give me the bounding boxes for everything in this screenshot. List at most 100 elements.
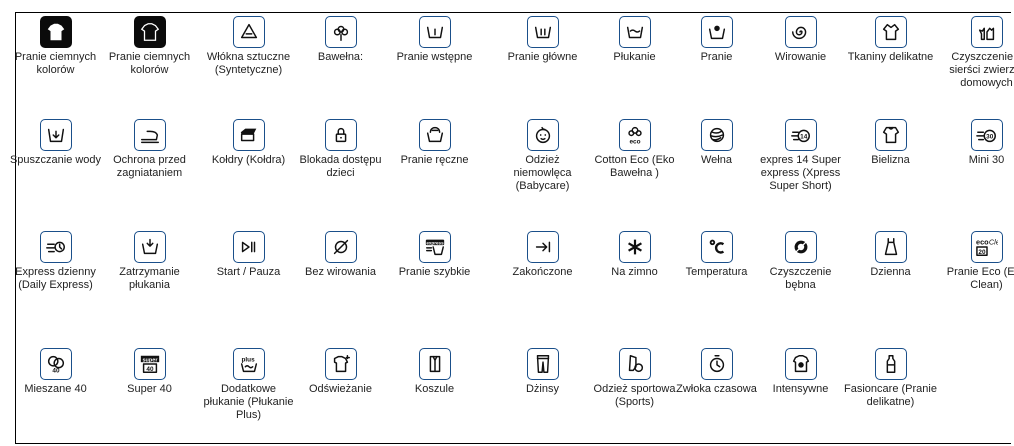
mini-30-icon: 30 xyxy=(970,119,1003,151)
legend-item-label: Spuszczanie wody xyxy=(9,154,102,166)
legend-item: Spuszczanie wody xyxy=(8,119,103,167)
legend-item: Blokada dostępu dzieci xyxy=(293,119,388,180)
legend-item-label: Start / Pauza xyxy=(216,266,281,278)
legend-item-label: Temperatura xyxy=(685,266,748,278)
hand-wash-icon xyxy=(418,119,451,151)
shirts-icon xyxy=(418,348,451,380)
start-pause-icon xyxy=(232,231,265,263)
tshirt-dark-icon xyxy=(39,16,72,48)
legend-item-label: Koszule xyxy=(414,383,455,395)
legend-item-label: Cotton Eco (Eko Bawełna ) xyxy=(594,154,675,179)
eco-clean-icon: ecoClean20 xyxy=(970,231,1003,263)
legend-item: plus Dodatkowe płukanie (Płukanie Plus) xyxy=(201,348,296,422)
svg-text:plus: plus xyxy=(241,356,255,363)
legend-item-label: Wełna xyxy=(701,154,732,166)
legend-item-label: Zwłoka czasowa xyxy=(676,383,757,395)
svg-text:20: 20 xyxy=(978,249,986,256)
legend-item-label: Fasioncare (Pranie delikatne) xyxy=(844,383,937,408)
mainwash-tub-icon xyxy=(526,16,559,48)
legend-item-label: Wirowanie xyxy=(774,51,827,63)
legend-item-label: Płukanie xyxy=(613,51,656,63)
legend-item: Pranie ciemnych kolorów xyxy=(102,16,197,77)
legend-item-label: Mieszane 40 xyxy=(24,383,87,395)
legend-item-label: Czyszczenie z sierści zwierząt domowych xyxy=(949,51,1014,89)
legend-item-label: Bez wirowania xyxy=(305,266,376,278)
legend-item-label: Express dzienny (Daily Express) xyxy=(15,266,96,291)
cotton-flower-icon xyxy=(324,16,357,48)
svg-text:Clean: Clean xyxy=(988,237,997,246)
underwear-icon xyxy=(874,119,907,151)
jeans-icon xyxy=(526,348,559,380)
fashioncare-icon xyxy=(874,348,907,380)
refresh-icon xyxy=(324,348,357,380)
prewash-tub-icon xyxy=(418,16,451,48)
legend-item: Tkaniny delikatne xyxy=(843,16,938,64)
legend-item: Start / Pauza xyxy=(201,231,296,279)
legend-item: Zatrzymanie płukania xyxy=(102,231,197,292)
legend-item-label: Pranie xyxy=(700,51,733,63)
legend-item-label: Zakończone xyxy=(512,266,573,278)
legend-item-label: Pranie Eco (Eco Clean) xyxy=(946,266,1014,291)
legend-item: Bez wirowania xyxy=(293,231,388,279)
legend-item: ecoClean20 Pranie Eco (Eco Clean) xyxy=(939,231,1014,292)
duvet-icon xyxy=(232,119,265,151)
legend-item-label: Włókna sztuczne (Syntetyczne) xyxy=(206,51,291,76)
cotton-eco-icon: eco xyxy=(618,119,651,151)
legend-item-label: Ochrona przed zagniataniem xyxy=(113,154,186,179)
legend-item: Czyszczenie bębna xyxy=(753,231,848,292)
legend-item: Wirowanie xyxy=(753,16,848,64)
legend-item: Pranie ręczne xyxy=(387,119,482,167)
legend-item-label: Intensywne xyxy=(772,383,829,395)
rinse-hold-icon xyxy=(133,231,166,263)
legend-item: Zwłoka czasowa xyxy=(669,348,764,396)
legend-item: 40 Mieszane 40 xyxy=(8,348,103,396)
mixed-40-icon: 40 xyxy=(39,348,72,380)
svg-text:40: 40 xyxy=(146,366,154,373)
legend-item: Bawełna: xyxy=(293,16,388,64)
legend-item-label: Zatrzymanie płukania xyxy=(119,266,180,291)
spin-spiral-icon xyxy=(784,16,817,48)
legend-item-label: Kołdry (Kołdra) xyxy=(211,154,286,166)
icon-legend-sheet: Pranie ciemnych kolorów Pranie ciemnych k… xyxy=(10,12,1014,444)
legend-item: Zakończone xyxy=(495,231,590,279)
legend-item-label: Odzież niemowlęca (Babycare) xyxy=(513,154,572,192)
rinse-tub-icon xyxy=(618,16,651,48)
drain-icon xyxy=(39,119,72,151)
legend-item-label: Blokada dostępu dzieci xyxy=(299,154,382,179)
legend-item-label: Bawełna: xyxy=(317,51,364,63)
temperature-icon xyxy=(700,231,733,263)
legend-item: Odzież sportowa (Sports) xyxy=(587,348,682,409)
daily-wear-icon xyxy=(874,231,907,263)
legend-item: Pranie ciemnych kolorów xyxy=(8,16,103,77)
legend-item: Dżinsy xyxy=(495,348,590,396)
legend-item: Czyszczenie z sierści zwierząt domowych xyxy=(939,16,1014,90)
svg-text:express: express xyxy=(426,240,444,245)
express-14-icon: 14 xyxy=(784,119,817,151)
sports-icon xyxy=(618,348,651,380)
legend-item-label: Pranie wstępne xyxy=(396,51,473,63)
legend-item: Pranie xyxy=(669,16,764,64)
daily-express-icon xyxy=(39,231,72,263)
super-40-icon: super 40 xyxy=(133,348,166,380)
svg-text:40: 40 xyxy=(52,367,60,374)
legend-item: Bielizna xyxy=(843,119,938,167)
legend-item: Wełna xyxy=(669,119,764,167)
legend-item-label: Pranie główne xyxy=(507,51,578,63)
no-spin-icon xyxy=(324,231,357,263)
svg-text:eco: eco xyxy=(629,138,640,145)
legend-item: eco Cotton Eco (Eko Bawełna ) xyxy=(587,119,682,180)
legend-item-label: Odzież sportowa (Sports) xyxy=(593,383,676,408)
legend-item: Włókna sztuczne (Syntetyczne) xyxy=(201,16,296,77)
legend-item: super 40 Super 40 xyxy=(102,348,197,396)
drum-clean-icon xyxy=(784,231,817,263)
legend-item: Odświeżanie xyxy=(293,348,388,396)
pet-hair-icon xyxy=(970,16,1003,48)
quick-wash-icon: express xyxy=(418,231,451,263)
legend-item-label: Tkaniny delikatne xyxy=(847,51,934,63)
legend-item-label: Pranie ciemnych kolorów xyxy=(108,51,191,76)
legend-item-label: Mini 30 xyxy=(968,154,1005,166)
legend-item-label: Dodatkowe płukanie (Płukanie Plus) xyxy=(203,383,294,421)
cold-snowflake-icon xyxy=(618,231,651,263)
wool-icon xyxy=(700,119,733,151)
legend-item-label: Czyszczenie bębna xyxy=(769,266,832,291)
